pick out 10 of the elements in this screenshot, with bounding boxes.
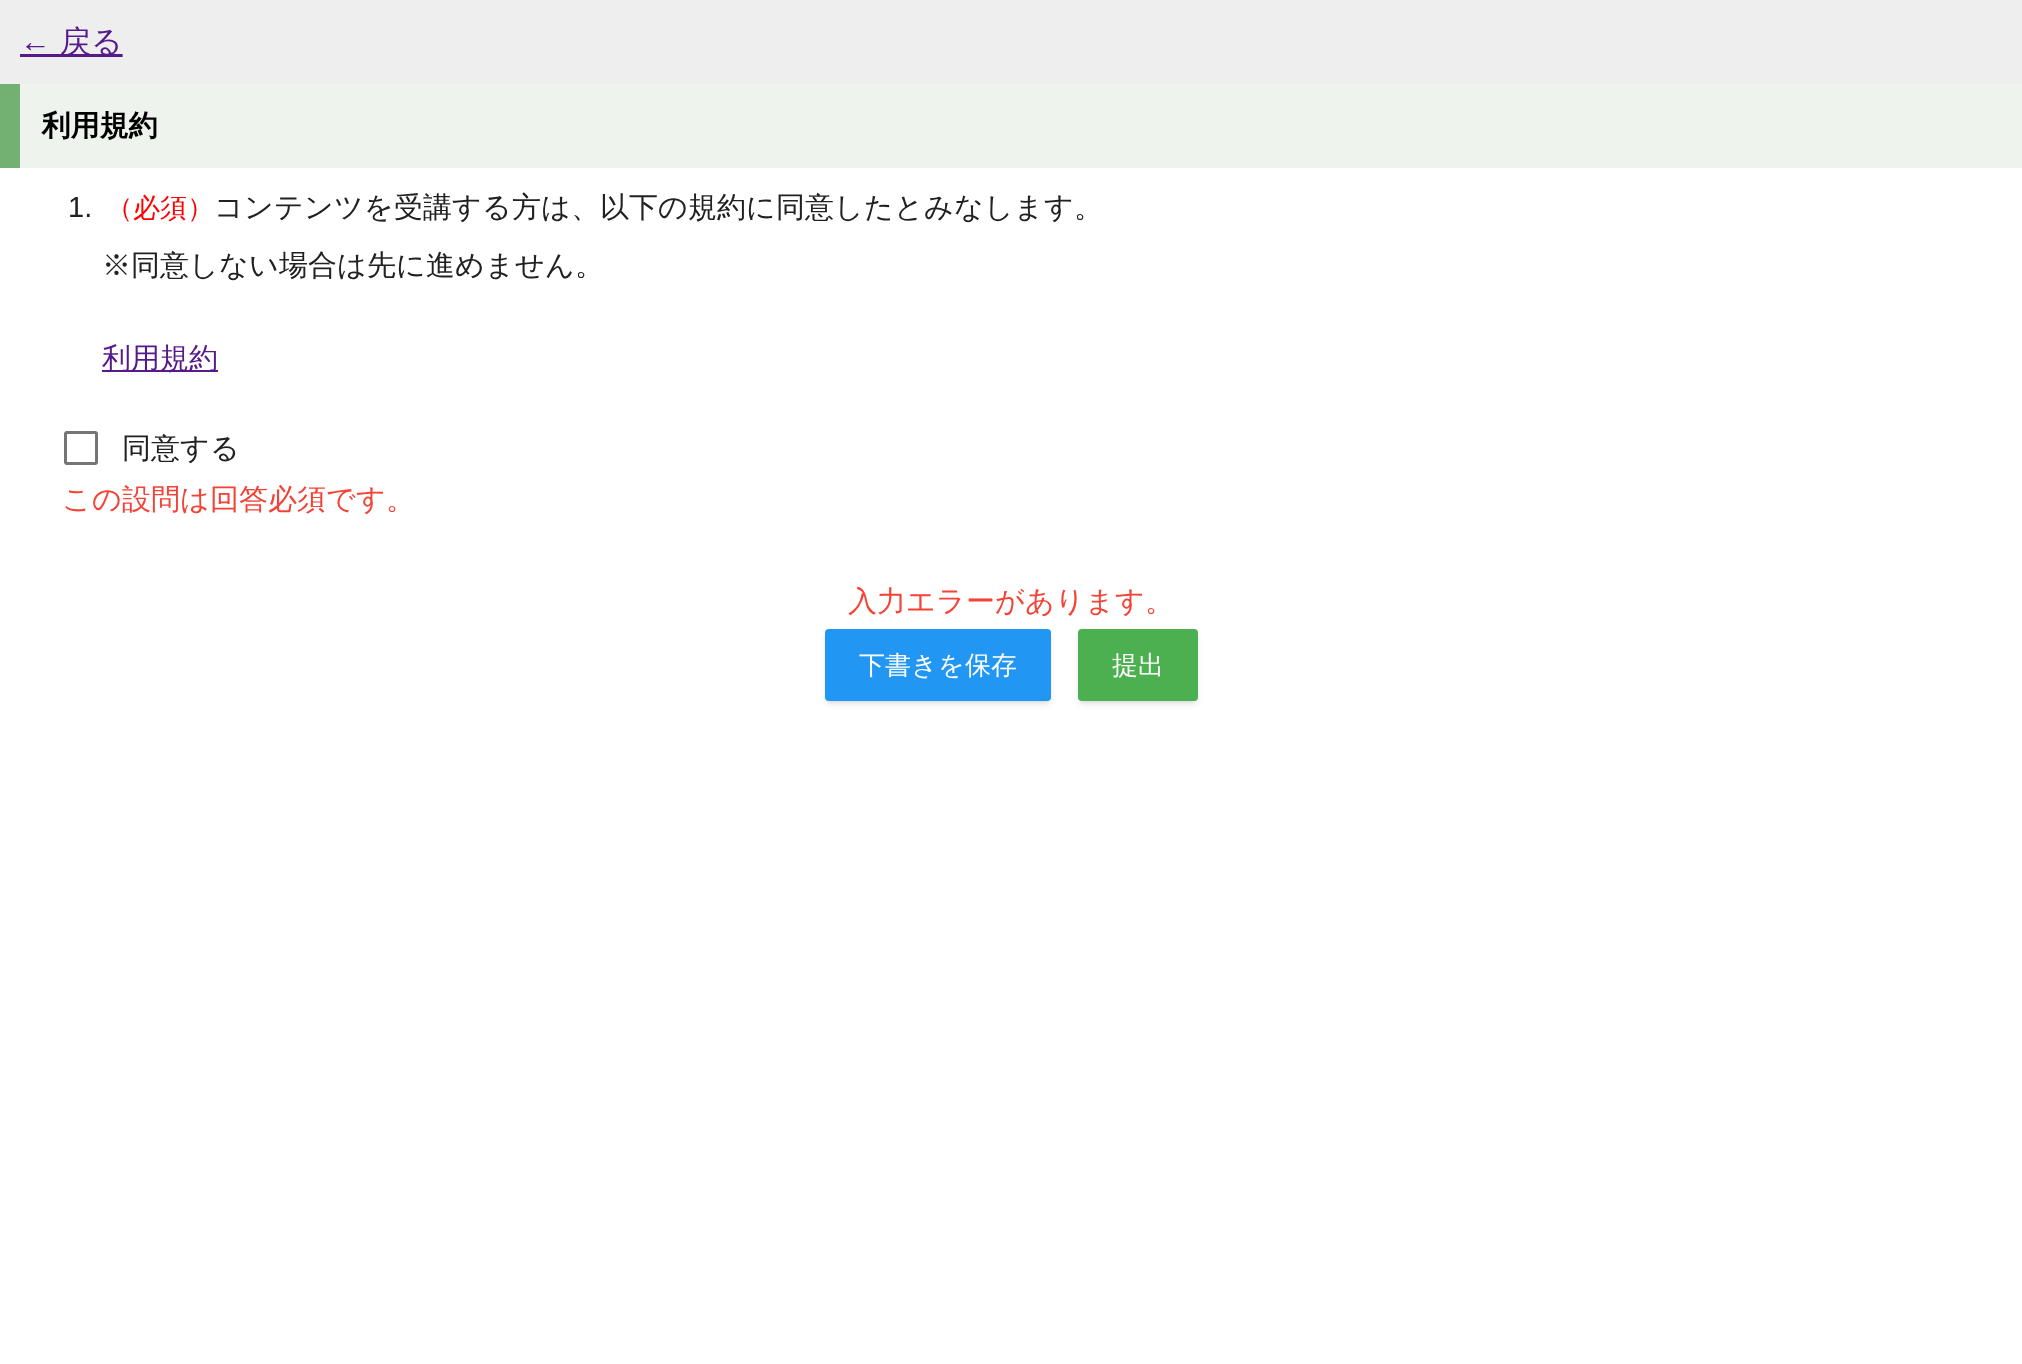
question-note: ※同意しない場合は先に進めません。 (102, 247, 604, 283)
error-message: この設問は回答必須です。 (62, 482, 415, 517)
agree-label: 同意する (122, 430, 240, 466)
agree-checkbox[interactable] (64, 431, 98, 466)
section-title: 利用規約 (42, 108, 158, 144)
question-text: （必須）コンテンツを受講する方は、以下の規約に同意したとみなします。 (106, 190, 1104, 225)
terms-link[interactable]: 利用規約 (102, 337, 218, 381)
back-link[interactable]: ← 戻る (20, 18, 123, 66)
form-error-message: 入力エラーがあります。 (848, 583, 1174, 619)
question-number: 1. (68, 190, 93, 225)
